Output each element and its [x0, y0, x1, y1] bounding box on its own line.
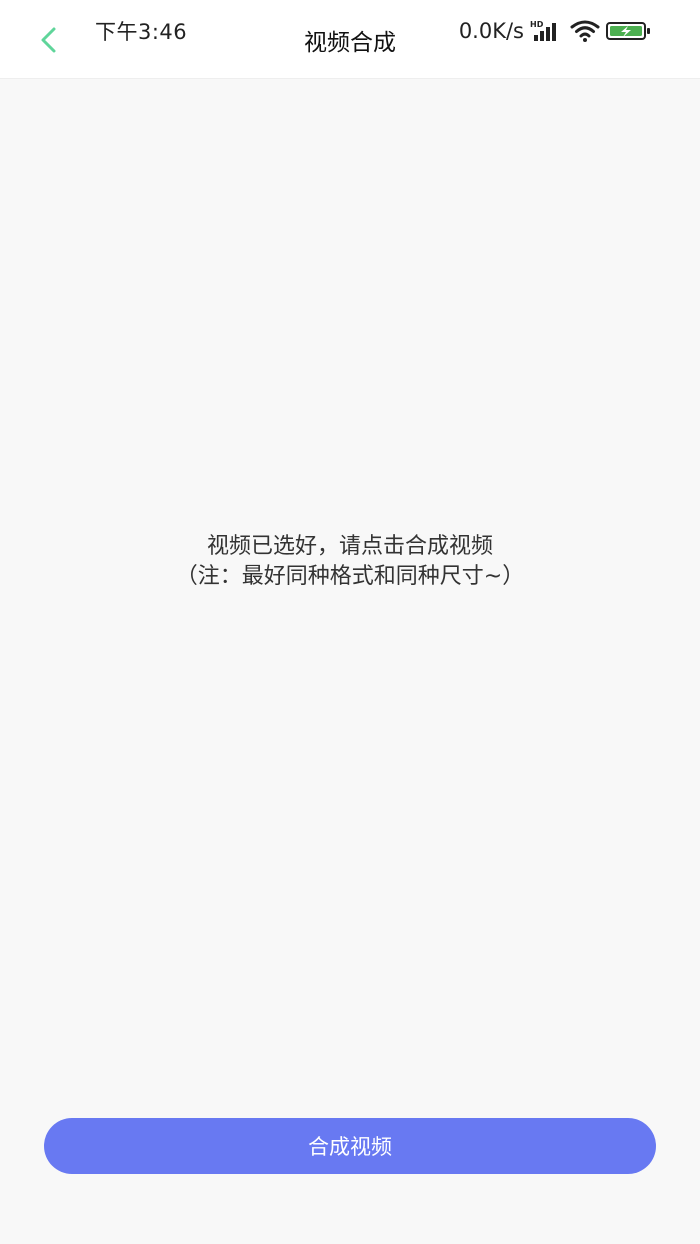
wifi-icon [570, 19, 600, 43]
status-icons: 0.0K/s HD [459, 16, 652, 46]
instruction-line-2: （注：最好同种格式和同种尺寸~） [175, 564, 525, 589]
merge-video-button[interactable]: 合成视频 [44, 1118, 656, 1174]
signal-icon: HD [530, 19, 564, 43]
instruction-line-1: 视频已选好，请点击合成视频 [206, 534, 493, 559]
network-speed: 0.0K/s [458, 19, 524, 43]
battery-charging-icon [606, 20, 652, 42]
signal-hd-label: HD [530, 20, 544, 29]
header: 下午3:46 视频合成 0.0K/s HD [0, 0, 700, 79]
instruction-message: 视频已选好，请点击合成视频 （注：最好同种格式和同种尺寸~） [0, 532, 700, 592]
